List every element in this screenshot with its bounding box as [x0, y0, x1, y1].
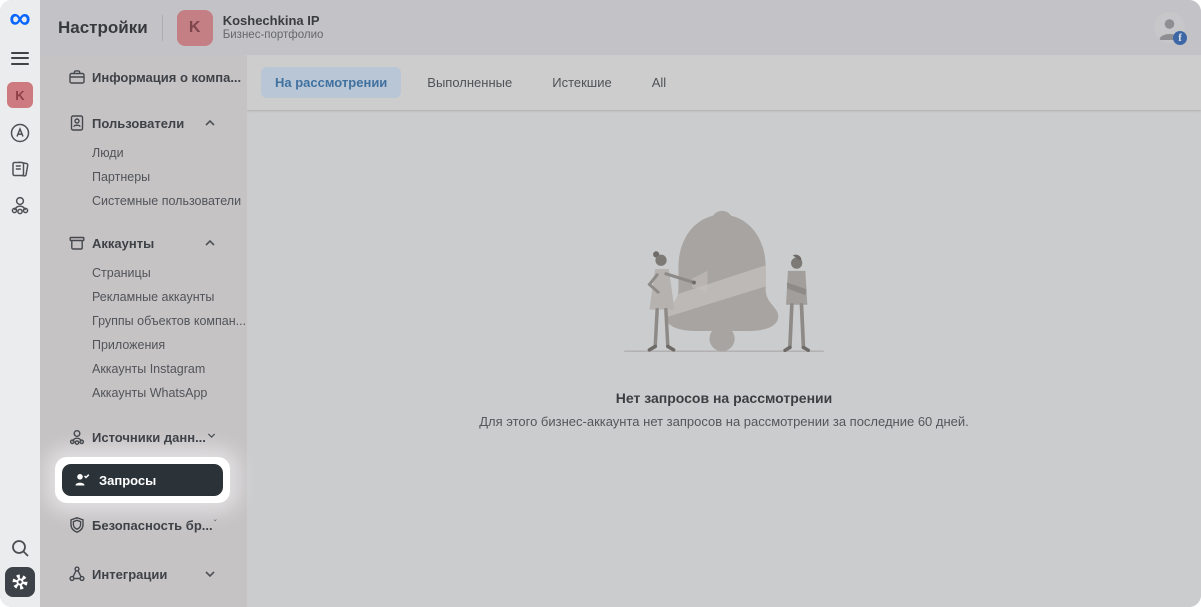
ads-manager-icon[interactable] [9, 122, 31, 144]
shield-icon [68, 516, 86, 534]
sidebar-item-instagram-accounts[interactable]: Аккаунты Instagram [40, 357, 247, 381]
sidebar-section-integrations[interactable]: Интеграции [40, 560, 247, 588]
business-portfolio-switcher[interactable]: K Koshechkina IP Бизнес-портфолио [177, 10, 324, 46]
header-divider [162, 15, 163, 41]
sidebar-item-label: Группы объектов компан... [92, 314, 246, 328]
sidebar-section-users[interactable]: Пользователи [40, 109, 247, 137]
main-content: На рассмотрении Выполненные Истекшие All [247, 55, 1201, 607]
chevron-down-icon [206, 430, 217, 444]
sidebar-item-label: Страницы [92, 266, 151, 280]
sidebar-item-whatsapp-accounts[interactable]: Аккаунты WhatsApp [40, 381, 247, 405]
sidebar-item-apps[interactable]: Приложения [40, 333, 247, 357]
pages-icon[interactable] [9, 158, 31, 180]
sidebar-item-label: Системные пользователи [92, 194, 241, 208]
rail-business-avatar[interactable]: K [7, 82, 33, 108]
meta-logo-icon[interactable]: ∞ [9, 4, 30, 34]
requests-tab-bar: На рассмотрении Выполненные Истекшие All [247, 55, 1201, 110]
sidebar-section-label: Источники данн... [92, 430, 206, 445]
sidebar-section-label: Аккаунты [92, 236, 154, 251]
sidebar-item-label: Рекламные аккаунты [92, 290, 214, 304]
sidebar-item-system-users[interactable]: Системные пользователи [40, 189, 247, 213]
settings-sidebar: Информация о компа... Пользователи Люди … [40, 55, 247, 607]
sidebar-item-label: Запросы [99, 473, 156, 488]
sidebar-item-people[interactable]: Люди [40, 141, 247, 165]
facebook-badge-icon: f [1173, 31, 1187, 45]
sidebar-item-ad-accounts[interactable]: Рекламные аккаунты [40, 285, 247, 309]
sidebar-item-label: Аккаунты WhatsApp [92, 386, 207, 400]
empty-state-title: Нет запросов на рассмотрении [616, 390, 833, 406]
sidebar-section-label: Интеграции [92, 567, 167, 582]
tab-expired[interactable]: Истекшие [538, 67, 626, 98]
chevron-up-icon [203, 236, 217, 250]
chevron-down-icon [203, 567, 217, 581]
tab-all[interactable]: All [638, 67, 680, 98]
sidebar-section-accounts[interactable]: Аккаунты [40, 229, 247, 257]
page-title: Настройки [58, 18, 148, 38]
sidebar-item-label: Аккаунты Instagram [92, 362, 205, 376]
integrations-icon [68, 565, 86, 583]
tab-pending[interactable]: На рассмотрении [261, 67, 401, 98]
sidebar-section-label: Безопасность бр... [92, 518, 213, 533]
sidebar-item-business-info[interactable]: Информация о компа... [40, 63, 247, 91]
business-network-icon[interactable] [9, 194, 31, 216]
data-sources-icon [68, 428, 86, 446]
sidebar-item-pages[interactable]: Страницы [40, 261, 247, 285]
sidebar-item-label: Партнеры [92, 170, 150, 184]
sidebar-section-data-sources[interactable]: Источники данн... [40, 423, 247, 451]
search-icon[interactable] [9, 537, 31, 559]
sidebar-item-partners[interactable]: Партнеры [40, 165, 247, 189]
sidebar-item-label: Люди [92, 146, 124, 160]
box-icon [68, 234, 86, 252]
business-avatar: K [177, 10, 213, 46]
person-check-icon [73, 471, 91, 489]
empty-state: Нет запросов на рассмотрении Для этого б… [247, 205, 1201, 432]
briefcase-icon [68, 68, 86, 86]
sidebar-section-brand-safety[interactable]: Безопасность бр... [40, 511, 247, 539]
chevron-down-icon [213, 518, 217, 532]
sidebar-item-business-asset-groups[interactable]: Группы объектов компан... [40, 309, 247, 333]
bell-illustration [609, 205, 839, 360]
left-rail: ∞ K [0, 0, 40, 607]
user-profile-avatar[interactable]: f [1154, 12, 1185, 43]
requests-spotlight: Запросы [55, 457, 230, 503]
business-settings-app: ∞ K [0, 0, 1201, 607]
business-name: Koshechkina IP [223, 13, 324, 28]
sidebar-item-label: Приложения [92, 338, 165, 352]
settings-gear-button[interactable] [5, 567, 35, 597]
gear-icon [11, 573, 29, 591]
sidebar-item-requests[interactable]: Запросы [62, 464, 223, 496]
tab-completed[interactable]: Выполненные [413, 67, 526, 98]
hamburger-menu-icon[interactable] [11, 48, 29, 68]
business-subtitle: Бизнес-портфолио [223, 28, 324, 42]
header-bar: Настройки K Koshechkina IP Бизнес-портфо… [40, 0, 1201, 55]
sidebar-item-label: Информация о компа... [92, 70, 241, 85]
sidebar-section-label: Пользователи [92, 116, 184, 131]
id-badge-icon [68, 114, 86, 132]
chevron-up-icon [203, 116, 217, 130]
empty-state-description: Для этого бизнес-аккаунта нет запросов н… [479, 413, 969, 432]
